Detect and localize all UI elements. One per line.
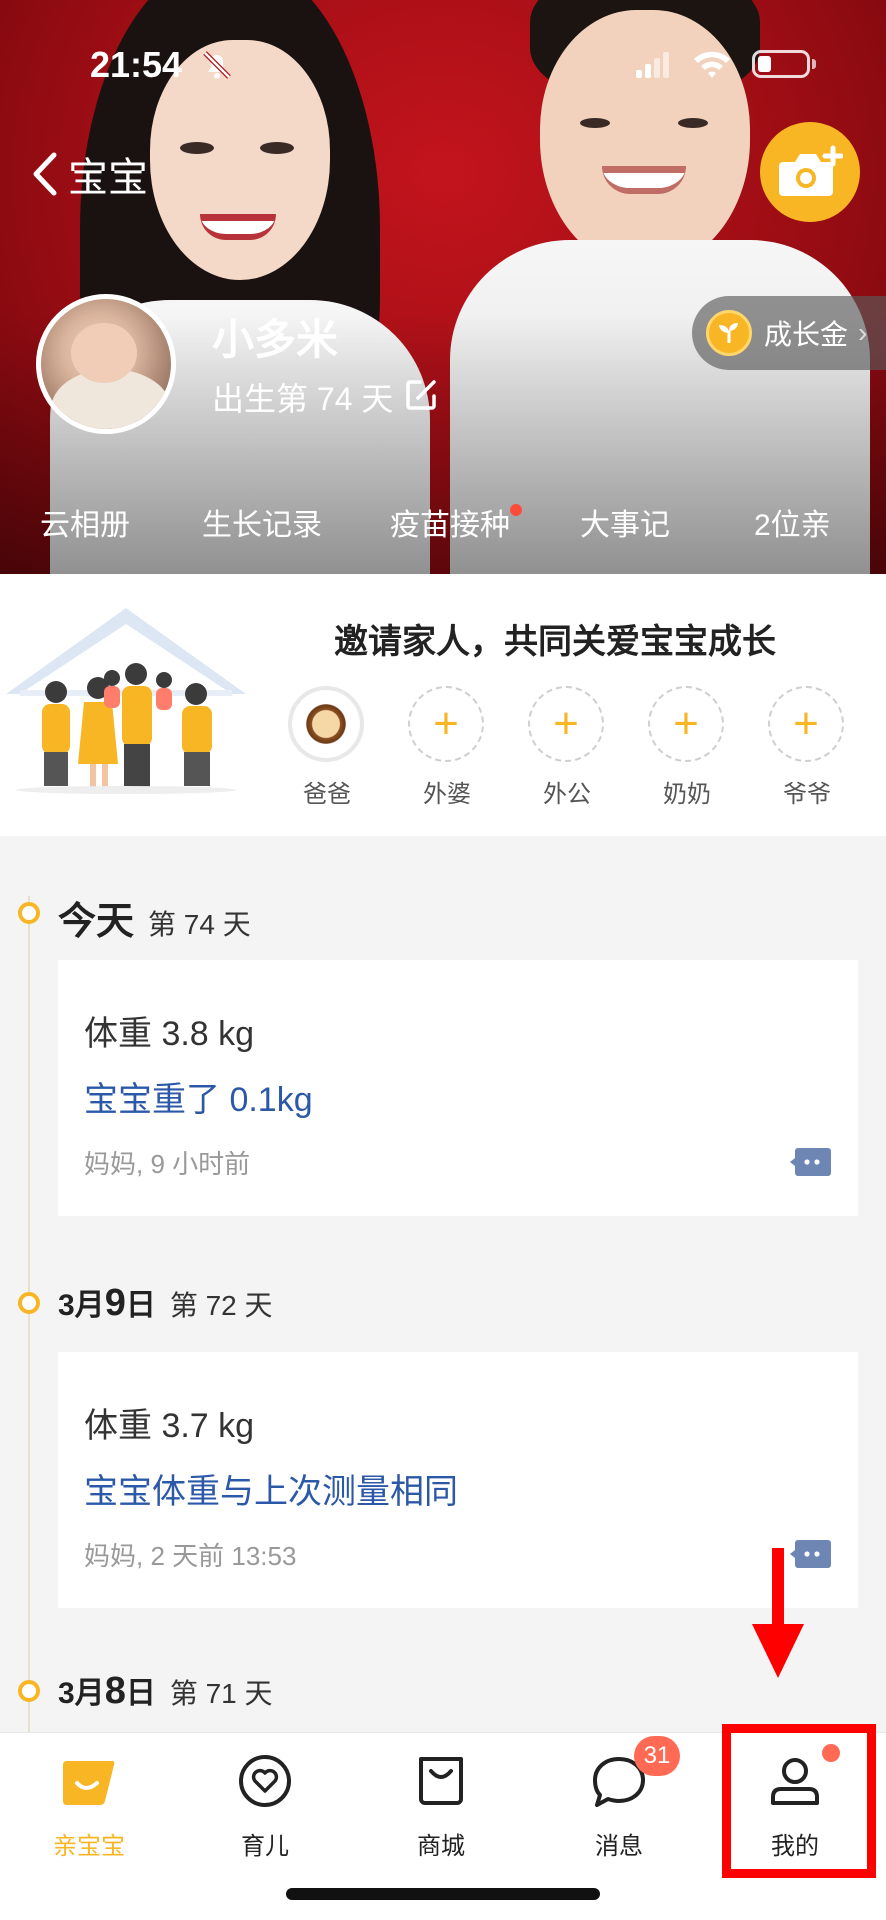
status-bar: 21:54 <box>0 0 886 120</box>
plus-icon: + <box>408 686 484 762</box>
plus-icon: + <box>768 686 844 762</box>
tab-label: 云相册 <box>40 509 130 542</box>
tab-label: 生长记录 <box>202 509 322 542</box>
invite-grandpa-paternal-button[interactable]: + 爷爷 <box>768 686 846 809</box>
baby-name: 小多米 <box>212 316 339 363</box>
invite-title: 邀请家人，共同关爱宝宝成长 <box>334 623 776 661</box>
tab-milestones[interactable]: 大事记 <box>580 500 670 544</box>
timeline-card[interactable]: 体重 3.8 kg 宝宝重了 0.1kg 妈妈, 9 小时前 <box>58 960 858 1216</box>
timeline-date: 今天第 74 天 <box>58 890 251 945</box>
day-count: 第 74 天 <box>148 909 251 940</box>
heart-icon <box>239 1755 291 1807</box>
feature-tabs: 云相册 生长记录 疫苗接种 大事记 2位亲 <box>0 500 886 556</box>
tab-label: 大事记 <box>580 509 670 542</box>
nav-label: 亲宝宝 <box>53 1833 125 1860</box>
status-time: 21:54 <box>90 44 183 85</box>
member-label: 外婆 <box>423 781 471 808</box>
chevron-right-icon: › <box>858 317 868 348</box>
notification-dot <box>510 504 522 516</box>
nav-label: 商城 <box>417 1833 465 1860</box>
day-count: 第 72 天 <box>169 1290 273 1321</box>
edit-icon[interactable] <box>404 378 438 412</box>
member-label: 奶奶 <box>663 781 711 808</box>
battery-icon <box>752 50 816 78</box>
weight-value: 体重 3.7 kg <box>84 1407 255 1445</box>
date-day: 9 <box>104 1282 126 1324</box>
timeline-date: 3月9日第 72 天 <box>58 1280 273 1325</box>
day-count: 第 71 天 <box>169 1678 273 1709</box>
annotation-highlight-box <box>722 1724 876 1878</box>
date-suffix: 日 <box>125 1677 156 1710</box>
back-button[interactable]: 宝宝 <box>30 144 148 204</box>
record-meta: 妈妈, 2 天前 13:53 <box>84 1541 297 1571</box>
growth-fund-button[interactable]: 成长金 › <box>692 296 886 370</box>
nav-label: 育儿 <box>241 1833 289 1860</box>
signal-icon <box>636 52 669 78</box>
annotation-arrow-icon <box>752 1548 804 1678</box>
timeline-card[interactable]: 体重 3.7 kg 宝宝体重与上次测量相同 妈妈, 2 天前 13:53 <box>58 1352 858 1608</box>
plus-icon: + <box>528 686 604 762</box>
sprout-coin-icon <box>706 310 752 356</box>
back-label: 宝宝 <box>68 156 148 200</box>
baby-avatar[interactable] <box>36 294 176 434</box>
date-month: 3月 <box>58 1289 105 1322</box>
shopping-bag-icon <box>419 1757 463 1805</box>
weight-change-message: 宝宝重了 0.1kg <box>84 1081 313 1119</box>
timeline-line <box>28 896 30 1776</box>
baby-age: 出生第 74 天 <box>212 381 394 417</box>
family-illustration <box>6 608 246 794</box>
invite-grandma-maternal-button[interactable]: + 外婆 <box>408 686 486 809</box>
nav-parenting[interactable]: 育儿 <box>190 1751 340 1861</box>
comment-icon[interactable] <box>790 1146 832 1178</box>
home-icon <box>63 1761 115 1805</box>
tab-label: 2位亲 <box>754 509 831 542</box>
nav-mall[interactable]: 商城 <box>366 1751 516 1861</box>
message-count-badge: 31 <box>634 1736 680 1776</box>
camera-plus-icon <box>779 145 843 196</box>
record-meta: 妈妈, 9 小时前 <box>84 1149 251 1179</box>
member-label: 爸爸 <box>303 781 351 808</box>
page: 21:54 宝宝 小多米 出生第 74 天 成长金 › 云相册 生长记录 疫苗接… <box>0 0 886 1920</box>
add-photo-button[interactable] <box>760 122 860 222</box>
weight-change-message: 宝宝体重与上次测量相同 <box>84 1473 458 1511</box>
date-day: 8 <box>104 1670 126 1712</box>
tab-growth-record[interactable]: 生长记录 <box>202 500 322 544</box>
growth-fund-label: 成长金 <box>764 319 849 350</box>
invite-family-section: 邀请家人，共同关爱宝宝成长 爸爸 + 外婆 + 外公 + 奶奶 + 爷爷 <box>0 574 886 836</box>
weight-value: 体重 3.8 kg <box>84 1015 255 1053</box>
timeline-dot <box>18 1292 40 1314</box>
invite-grandma-paternal-button[interactable]: + 奶奶 <box>648 686 726 809</box>
date-month: 3月 <box>58 1677 105 1710</box>
timeline-dot <box>18 1680 40 1702</box>
tab-relatives[interactable]: 2位亲 <box>754 500 831 544</box>
profile-header: 21:54 宝宝 小多米 出生第 74 天 成长金 › 云相册 生长记录 疫苗接… <box>0 0 886 574</box>
family-member-dad[interactable]: 爸爸 <box>288 686 366 809</box>
nav-label: 消息 <box>595 1833 643 1860</box>
home-indicator <box>286 1888 600 1900</box>
tab-label: 疫苗接种 <box>390 509 510 542</box>
coffee-avatar <box>288 686 364 762</box>
tab-vaccination[interactable]: 疫苗接种 <box>390 500 522 544</box>
wifi-icon <box>694 51 730 78</box>
bell-muted-icon <box>203 51 231 79</box>
date-label: 今天 <box>58 901 135 943</box>
nav-home[interactable]: 亲宝宝 <box>14 1751 164 1861</box>
date-suffix: 日 <box>125 1289 156 1322</box>
plus-icon: + <box>648 686 724 762</box>
member-label: 外公 <box>543 781 591 808</box>
timeline-date: 3月8日第 71 天 <box>58 1668 273 1713</box>
tab-cloud-album[interactable]: 云相册 <box>40 500 130 544</box>
timeline-dot <box>18 902 40 924</box>
chevron-left-icon <box>33 152 57 196</box>
member-label: 爷爷 <box>783 781 831 808</box>
invite-grandpa-maternal-button[interactable]: + 外公 <box>528 686 606 809</box>
